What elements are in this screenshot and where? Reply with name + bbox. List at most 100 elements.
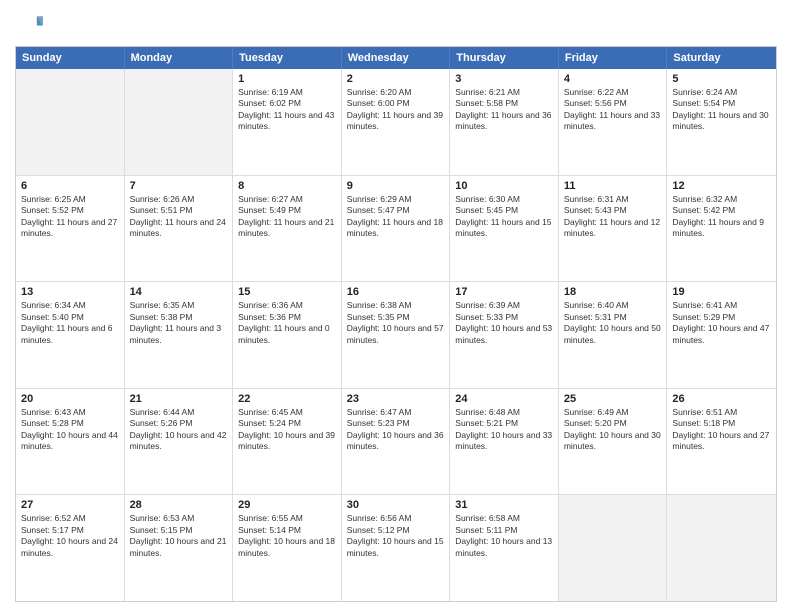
day-number: 30: [347, 499, 445, 511]
day-details: Sunrise: 6:49 AM Sunset: 5:20 PM Dayligh…: [564, 407, 662, 453]
day-details: Sunrise: 6:25 AM Sunset: 5:52 PM Dayligh…: [21, 194, 119, 240]
day-details: Sunrise: 6:20 AM Sunset: 6:00 PM Dayligh…: [347, 87, 445, 133]
calendar-cell: 11 Sunrise: 6:31 AM Sunset: 5:43 PM Dayli…: [559, 176, 668, 282]
day-details: Sunrise: 6:39 AM Sunset: 5:33 PM Dayligh…: [455, 300, 553, 346]
calendar-cell: 27 Sunrise: 6:52 AM Sunset: 5:17 PM Dayli…: [16, 495, 125, 601]
calendar-cell: [559, 495, 668, 601]
day-details: Sunrise: 6:40 AM Sunset: 5:31 PM Dayligh…: [564, 300, 662, 346]
day-details: Sunrise: 6:41 AM Sunset: 5:29 PM Dayligh…: [672, 300, 771, 346]
day-number: 17: [455, 286, 553, 298]
weekday-header-tuesday: Tuesday: [233, 47, 342, 69]
weekday-header-friday: Friday: [559, 47, 668, 69]
calendar-row: 6 Sunrise: 6:25 AM Sunset: 5:52 PM Daylig…: [16, 175, 776, 282]
logo: [15, 10, 47, 38]
day-details: Sunrise: 6:31 AM Sunset: 5:43 PM Dayligh…: [564, 194, 662, 240]
day-number: 26: [672, 393, 771, 405]
page: SundayMondayTuesdayWednesdayThursdayFrid…: [0, 0, 792, 612]
day-details: Sunrise: 6:27 AM Sunset: 5:49 PM Dayligh…: [238, 194, 336, 240]
day-details: Sunrise: 6:56 AM Sunset: 5:12 PM Dayligh…: [347, 513, 445, 559]
day-number: 9: [347, 180, 445, 192]
day-details: Sunrise: 6:36 AM Sunset: 5:36 PM Dayligh…: [238, 300, 336, 346]
calendar-cell: 6 Sunrise: 6:25 AM Sunset: 5:52 PM Daylig…: [16, 176, 125, 282]
calendar-cell: 7Sunrise: 6:26 AM Sunset: 5:51 PM Daylig…: [125, 176, 234, 282]
header: [15, 10, 777, 38]
weekday-header-saturday: Saturday: [667, 47, 776, 69]
day-number: 20: [21, 393, 119, 405]
day-details: Sunrise: 6:24 AM Sunset: 5:54 PM Dayligh…: [672, 87, 771, 133]
calendar-header: SundayMondayTuesdayWednesdayThursdayFrid…: [16, 47, 776, 69]
day-number: 4: [564, 73, 662, 85]
calendar-cell: 8Sunrise: 6:27 AM Sunset: 5:49 PM Daylig…: [233, 176, 342, 282]
day-number: 13: [21, 286, 119, 298]
weekday-header-monday: Monday: [125, 47, 234, 69]
calendar-cell: 22 Sunrise: 6:45 AM Sunset: 5:24 PM Dayli…: [233, 389, 342, 495]
calendar-cell: 15Sunrise: 6:36 AM Sunset: 5:36 PM Dayli…: [233, 282, 342, 388]
calendar-body: 1 Sunrise: 6:19 AM Sunset: 6:02 PM Daylig…: [16, 69, 776, 601]
day-number: 6: [21, 180, 119, 192]
calendar-row: 27 Sunrise: 6:52 AM Sunset: 5:17 PM Dayli…: [16, 494, 776, 601]
calendar-cell: 29Sunrise: 6:55 AM Sunset: 5:14 PM Dayli…: [233, 495, 342, 601]
calendar-cell: [667, 495, 776, 601]
day-number: 11: [564, 180, 662, 192]
calendar-cell: 24 Sunrise: 6:48 AM Sunset: 5:21 PM Dayli…: [450, 389, 559, 495]
day-details: Sunrise: 6:30 AM Sunset: 5:45 PM Dayligh…: [455, 194, 553, 240]
calendar-row: 20Sunrise: 6:43 AM Sunset: 5:28 PM Dayli…: [16, 388, 776, 495]
day-number: 25: [564, 393, 662, 405]
day-details: Sunrise: 6:26 AM Sunset: 5:51 PM Dayligh…: [130, 194, 228, 240]
day-number: 19: [672, 286, 771, 298]
calendar-cell: 5 Sunrise: 6:24 AM Sunset: 5:54 PM Daylig…: [667, 69, 776, 175]
calendar-cell: 25 Sunrise: 6:49 AM Sunset: 5:20 PM Dayli…: [559, 389, 668, 495]
calendar-cell: 16 Sunrise: 6:38 AM Sunset: 5:35 PM Dayli…: [342, 282, 451, 388]
day-number: 24: [455, 393, 553, 405]
calendar-cell: [125, 69, 234, 175]
calendar-row: 13 Sunrise: 6:34 AM Sunset: 5:40 PM Dayli…: [16, 281, 776, 388]
weekday-header-wednesday: Wednesday: [342, 47, 451, 69]
day-number: 5: [672, 73, 771, 85]
weekday-header-sunday: Sunday: [16, 47, 125, 69]
day-details: Sunrise: 6:35 AM Sunset: 5:38 PM Dayligh…: [130, 300, 228, 346]
day-details: Sunrise: 6:22 AM Sunset: 5:56 PM Dayligh…: [564, 87, 662, 133]
day-details: Sunrise: 6:34 AM Sunset: 5:40 PM Dayligh…: [21, 300, 119, 346]
day-details: Sunrise: 6:45 AM Sunset: 5:24 PM Dayligh…: [238, 407, 336, 453]
day-number: 16: [347, 286, 445, 298]
day-details: Sunrise: 6:29 AM Sunset: 5:47 PM Dayligh…: [347, 194, 445, 240]
day-details: Sunrise: 6:44 AM Sunset: 5:26 PM Dayligh…: [130, 407, 228, 453]
calendar-cell: 9 Sunrise: 6:29 AM Sunset: 5:47 PM Daylig…: [342, 176, 451, 282]
calendar-cell: 13 Sunrise: 6:34 AM Sunset: 5:40 PM Dayli…: [16, 282, 125, 388]
calendar-cell: 23 Sunrise: 6:47 AM Sunset: 5:23 PM Dayli…: [342, 389, 451, 495]
day-number: 28: [130, 499, 228, 511]
weekday-header-thursday: Thursday: [450, 47, 559, 69]
day-details: Sunrise: 6:58 AM Sunset: 5:11 PM Dayligh…: [455, 513, 553, 559]
day-details: Sunrise: 6:48 AM Sunset: 5:21 PM Dayligh…: [455, 407, 553, 453]
calendar-row: 1 Sunrise: 6:19 AM Sunset: 6:02 PM Daylig…: [16, 69, 776, 175]
day-number: 27: [21, 499, 119, 511]
day-details: Sunrise: 6:55 AM Sunset: 5:14 PM Dayligh…: [238, 513, 336, 559]
calendar-cell: 26 Sunrise: 6:51 AM Sunset: 5:18 PM Dayli…: [667, 389, 776, 495]
calendar-cell: [16, 69, 125, 175]
logo-icon: [15, 10, 43, 38]
day-details: Sunrise: 6:51 AM Sunset: 5:18 PM Dayligh…: [672, 407, 771, 453]
day-number: 23: [347, 393, 445, 405]
calendar-cell: 21Sunrise: 6:44 AM Sunset: 5:26 PM Dayli…: [125, 389, 234, 495]
day-details: Sunrise: 6:47 AM Sunset: 5:23 PM Dayligh…: [347, 407, 445, 453]
day-number: 1: [238, 73, 336, 85]
day-details: Sunrise: 6:52 AM Sunset: 5:17 PM Dayligh…: [21, 513, 119, 559]
calendar-cell: 4 Sunrise: 6:22 AM Sunset: 5:56 PM Daylig…: [559, 69, 668, 175]
calendar-cell: 30 Sunrise: 6:56 AM Sunset: 5:12 PM Dayli…: [342, 495, 451, 601]
calendar-cell: 2 Sunrise: 6:20 AM Sunset: 6:00 PM Daylig…: [342, 69, 451, 175]
calendar-cell: 17 Sunrise: 6:39 AM Sunset: 5:33 PM Dayli…: [450, 282, 559, 388]
day-number: 14: [130, 286, 228, 298]
day-number: 18: [564, 286, 662, 298]
day-number: 2: [347, 73, 445, 85]
day-details: Sunrise: 6:38 AM Sunset: 5:35 PM Dayligh…: [347, 300, 445, 346]
calendar-cell: 14 Sunrise: 6:35 AM Sunset: 5:38 PM Dayli…: [125, 282, 234, 388]
day-number: 12: [672, 180, 771, 192]
day-details: Sunrise: 6:19 AM Sunset: 6:02 PM Dayligh…: [238, 87, 336, 133]
day-details: Sunrise: 6:53 AM Sunset: 5:15 PM Dayligh…: [130, 513, 228, 559]
day-number: 10: [455, 180, 553, 192]
day-number: 22: [238, 393, 336, 405]
day-details: Sunrise: 6:32 AM Sunset: 5:42 PM Dayligh…: [672, 194, 771, 240]
day-details: Sunrise: 6:21 AM Sunset: 5:58 PM Dayligh…: [455, 87, 553, 133]
calendar-cell: 28 Sunrise: 6:53 AM Sunset: 5:15 PM Dayli…: [125, 495, 234, 601]
calendar-cell: 12 Sunrise: 6:32 AM Sunset: 5:42 PM Dayli…: [667, 176, 776, 282]
